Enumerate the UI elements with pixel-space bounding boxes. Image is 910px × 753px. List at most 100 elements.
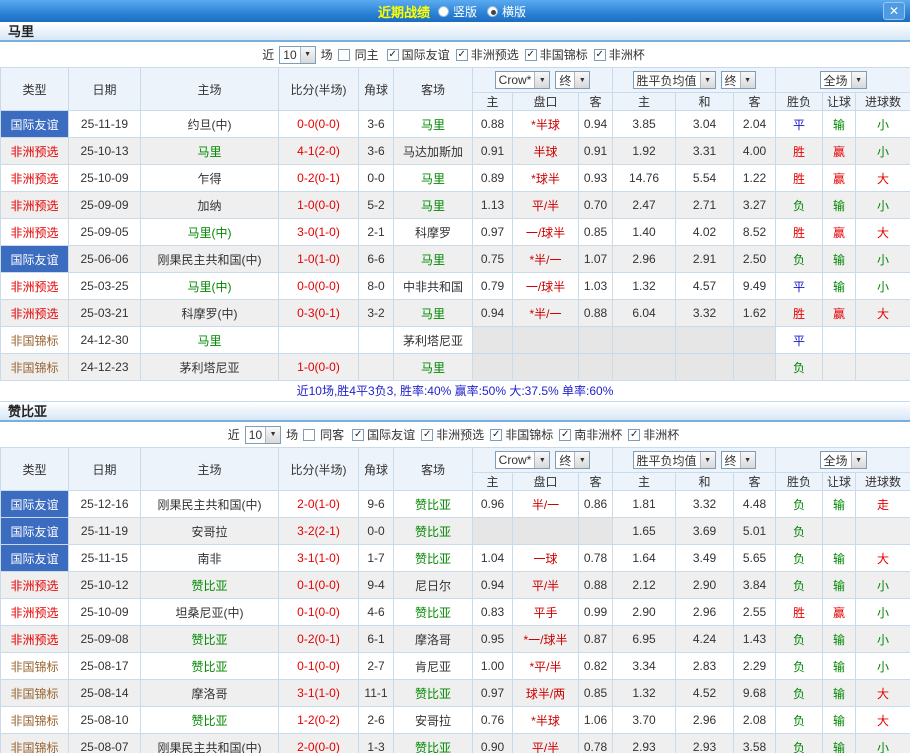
- competition-checkbox[interactable]: ✓: [387, 49, 399, 61]
- same-side-checkbox[interactable]: [303, 429, 315, 441]
- match-row: 国际友谊25-11-19约旦(中)0-0(0-0)3-6马里0.88*半球0.9…: [1, 111, 910, 138]
- lose-odds: 8.52: [734, 219, 776, 246]
- match-type: 国际友谊: [1, 545, 69, 572]
- scope-controls-cell: 全场▼: [776, 68, 910, 93]
- col-res-handicap: 让球: [823, 473, 856, 491]
- scope-select[interactable]: 全场▼: [820, 451, 867, 469]
- filter-bar: 近 10▼ 场 同客 ✓国际友谊✓非洲预选✓非国锦标✓南非洲杯✓非洲杯: [0, 422, 910, 447]
- away-team: 马里: [394, 192, 473, 219]
- match-score: 1-0(0-0): [279, 354, 359, 381]
- match-count-select[interactable]: 10▼: [279, 46, 315, 64]
- handicap-away-odds: [579, 518, 613, 545]
- result-handicap: 输: [823, 273, 856, 300]
- chevron-down-icon: ▼: [700, 72, 715, 88]
- draw-odds: 5.54: [676, 165, 734, 192]
- win-odds: 1.32: [613, 680, 676, 707]
- draw-odds: 2.91: [676, 246, 734, 273]
- match-date: 24-12-30: [69, 327, 141, 354]
- result-handicap: [823, 354, 856, 381]
- match-type: 非国锦标: [1, 653, 69, 680]
- col-odds-away: 客: [579, 93, 613, 111]
- col-eu-away: 客: [734, 93, 776, 111]
- result-goals: 小: [856, 111, 910, 138]
- avg-select[interactable]: 胜平负均值▼: [633, 71, 716, 89]
- handicap-away-odds: 0.87: [579, 626, 613, 653]
- odds-state-select[interactable]: 终▼: [555, 451, 590, 469]
- match-score: 2-0(0-0): [279, 734, 359, 753]
- avg-state-select[interactable]: 终▼: [721, 71, 756, 89]
- match-date: 25-08-10: [69, 707, 141, 734]
- handicap-away-odds: 0.85: [579, 219, 613, 246]
- result-wdl: 负: [776, 653, 823, 680]
- home-team: 赞比亚: [141, 653, 279, 680]
- near-label: 近: [228, 426, 240, 443]
- competition-label: 非洲杯: [643, 426, 679, 443]
- avg-state-select[interactable]: 终▼: [721, 451, 756, 469]
- layout-radio-label: 竖版: [453, 3, 477, 20]
- lose-odds: 3.58: [734, 734, 776, 753]
- corner-score: [359, 327, 394, 354]
- win-odds: [613, 354, 676, 381]
- handicap-line: *平/半: [513, 653, 579, 680]
- match-count-select[interactable]: 10▼: [245, 426, 281, 444]
- handicap-line: *一/球半: [513, 626, 579, 653]
- competition-checkbox[interactable]: ✓: [490, 429, 502, 441]
- chevron-down-icon: ▼: [534, 452, 549, 468]
- handicap-away-odds: 1.03: [579, 273, 613, 300]
- competition-checkbox[interactable]: ✓: [559, 429, 571, 441]
- result-handicap: 输: [823, 246, 856, 273]
- match-date: 25-11-15: [69, 545, 141, 572]
- summary-row: 近10场,胜4平3负3, 胜率:40% 赢率:50% 大:37.5% 单率:60…: [0, 381, 910, 402]
- match-row: 非洲预选25-10-09乍得0-2(0-1)0-0马里0.89*球半0.9314…: [1, 165, 910, 192]
- handicap-home-odds: 0.94: [473, 300, 513, 327]
- handicap-home-odds: 1.13: [473, 192, 513, 219]
- win-odds: 2.12: [613, 572, 676, 599]
- layout-radio[interactable]: [487, 6, 498, 17]
- match-type: 非国锦标: [1, 680, 69, 707]
- home-team: 约旦(中): [141, 111, 279, 138]
- odds-state-select[interactable]: 终▼: [555, 71, 590, 89]
- draw-odds: 2.71: [676, 192, 734, 219]
- away-team: 赞比亚: [394, 599, 473, 626]
- win-odds: 2.96: [613, 246, 676, 273]
- col-eu-draw: 和: [676, 473, 734, 491]
- draw-odds: 2.96: [676, 707, 734, 734]
- competition-checkbox[interactable]: ✓: [628, 429, 640, 441]
- avg-select[interactable]: 胜平负均值▼: [633, 451, 716, 469]
- result-goals: 大: [856, 300, 910, 327]
- draw-odds: 3.32: [676, 300, 734, 327]
- away-team: 中非共和国: [394, 273, 473, 300]
- competition-checkbox[interactable]: ✓: [352, 429, 364, 441]
- competition-checkbox[interactable]: ✓: [594, 49, 606, 61]
- draw-odds: 2.83: [676, 653, 734, 680]
- scope-select[interactable]: 全场▼: [820, 71, 867, 89]
- corner-score: 1-7: [359, 545, 394, 572]
- competition-checkbox[interactable]: ✓: [456, 49, 468, 61]
- same-side-checkbox[interactable]: [338, 49, 350, 61]
- result-wdl: 胜: [776, 165, 823, 192]
- corner-score: 2-7: [359, 653, 394, 680]
- match-type: 非洲预选: [1, 572, 69, 599]
- filter-bar: 近 10▼ 场 同主 ✓国际友谊✓非洲预选✓非国锦标✓非洲杯: [0, 42, 910, 67]
- competition-checkbox[interactable]: ✓: [421, 429, 433, 441]
- chevron-down-icon: ▼: [851, 72, 866, 88]
- team-header: 赞比亚: [0, 402, 910, 422]
- select-value: 10: [246, 428, 265, 442]
- bookmaker-select[interactable]: Crow*▼: [495, 451, 551, 469]
- lose-odds: [734, 327, 776, 354]
- handicap-line: *球半: [513, 165, 579, 192]
- match-score: 3-0(1-0): [279, 219, 359, 246]
- layout-radio[interactable]: [438, 6, 449, 17]
- bookmaker-select[interactable]: Crow*▼: [495, 71, 551, 89]
- competition-checkbox[interactable]: ✓: [525, 49, 537, 61]
- title-bar: 近期战绩 竖版横版 ✕: [0, 0, 910, 22]
- draw-odds: 3.04: [676, 111, 734, 138]
- match-score: 0-3(0-1): [279, 300, 359, 327]
- result-wdl: 负: [776, 680, 823, 707]
- away-team: 马达加斯加: [394, 138, 473, 165]
- col-eu-home: 主: [613, 473, 676, 491]
- handicap-away-odds: 0.93: [579, 165, 613, 192]
- result-wdl: 胜: [776, 599, 823, 626]
- corner-score: 0-0: [359, 518, 394, 545]
- close-button[interactable]: ✕: [883, 2, 905, 20]
